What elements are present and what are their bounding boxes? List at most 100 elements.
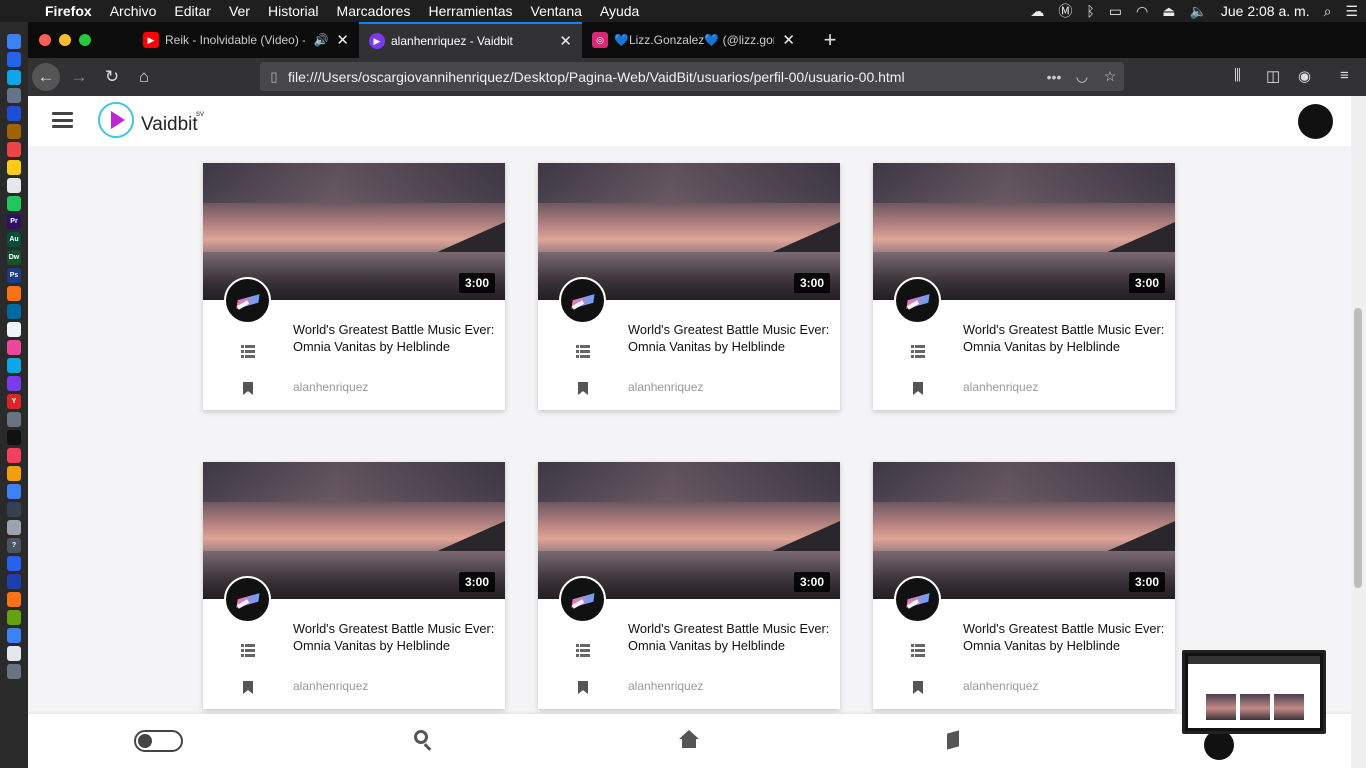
android-icon[interactable] [7, 610, 21, 625]
textedit-icon[interactable] [7, 322, 21, 337]
xcode-icon[interactable] [7, 556, 21, 571]
theme-toggle[interactable] [134, 730, 183, 752]
close-tab-icon[interactable]: ✕ [559, 32, 572, 50]
wifi-icon[interactable]: ◠ [1136, 3, 1148, 20]
playlist-icon[interactable] [241, 644, 255, 657]
calendar-icon[interactable] [7, 142, 21, 157]
playlist-icon[interactable] [241, 345, 255, 358]
messages-icon[interactable] [7, 358, 21, 373]
playlist-icon[interactable] [576, 345, 590, 358]
account-icon[interactable]: ◉ [1298, 67, 1311, 85]
channel-avatar[interactable] [559, 576, 606, 623]
profile-fab-button[interactable] [1204, 730, 1234, 760]
creative-cloud-icon[interactable]: ☁ [1030, 3, 1044, 20]
disk-utility-icon[interactable] [7, 412, 21, 427]
app-icon[interactable] [7, 304, 21, 319]
eject-icon[interactable]: ⏏ [1162, 3, 1175, 20]
dreamweaver-icon[interactable]: Dw [7, 250, 21, 265]
video-title[interactable]: World's Greatest Battle Music Ever: Omni… [628, 620, 833, 654]
terminal-icon[interactable] [7, 430, 21, 445]
video-author[interactable]: alanhenriquez [963, 679, 1038, 693]
menu-item-archivo[interactable]: Archivo [101, 3, 166, 19]
bookmark-icon[interactable] [243, 382, 253, 395]
url-text[interactable]: file:///Users/oscargiovannihenriquez/Des… [288, 69, 1040, 85]
back-button[interactable]: ← [32, 63, 60, 91]
video-author[interactable]: alanhenriquez [628, 679, 703, 693]
video-title[interactable]: World's Greatest Battle Music Ever: Omni… [963, 321, 1168, 355]
finder-icon[interactable] [7, 34, 21, 49]
forward-button[interactable]: → [65, 63, 93, 91]
visual-studio-icon[interactable] [7, 376, 21, 391]
books-icon[interactable] [7, 466, 21, 481]
home-icon[interactable] [679, 730, 699, 750]
vaidbit-logo[interactable] [98, 102, 134, 138]
bookmark-star-icon[interactable]: ☆ [1096, 68, 1124, 85]
page-scrollbar[interactable] [1351, 96, 1366, 768]
photos-icon[interactable] [7, 196, 21, 211]
edge-icon[interactable] [7, 574, 21, 589]
photoshop-icon[interactable]: Ps [7, 268, 21, 283]
minimize-window-button[interactable] [59, 34, 71, 46]
video-author[interactable]: alanhenriquez [293, 679, 368, 693]
video-card[interactable]: 3:00 World's Greatest Battle Music Ever:… [203, 163, 505, 410]
close-tab-icon[interactable]: ✕ [336, 31, 349, 49]
sidebar-icon[interactable]: ◫ [1266, 67, 1280, 85]
reminders-icon[interactable] [7, 178, 21, 193]
pocket-icon[interactable]: ◡ [1068, 68, 1096, 85]
folder-icon[interactable] [7, 628, 21, 643]
playlist-icon[interactable] [576, 644, 590, 657]
premiere-icon[interactable]: Pr [7, 214, 21, 229]
search-icon[interactable] [414, 730, 434, 751]
menu-item-historial[interactable]: Historial [259, 3, 328, 19]
app-store-icon[interactable] [7, 52, 21, 67]
video-card[interactable]: 3:00 World's Greatest Battle Music Ever:… [538, 462, 840, 709]
page-actions-icon[interactable]: ••• [1040, 69, 1068, 85]
video-card[interactable]: 3:00 World's Greatest Battle Music Ever:… [538, 163, 840, 410]
mail-icon[interactable] [7, 106, 21, 121]
channel-avatar[interactable] [894, 277, 941, 324]
video-card[interactable]: 3:00 World's Greatest Battle Music Ever:… [203, 462, 505, 709]
chrome-icon[interactable] [7, 340, 21, 355]
screenshot-preview-thumbnail[interactable] [1182, 650, 1326, 734]
menu-item-ayuda[interactable]: Ayuda [591, 3, 648, 19]
help-icon[interactable]: ? [7, 538, 21, 553]
channel-avatar[interactable] [894, 576, 941, 623]
tab-youtube[interactable]: ▶ Reik - Inolvidable (Video) - 🔊 ✕ [133, 22, 359, 58]
bookmark-icon[interactable] [913, 382, 923, 395]
channel-avatar[interactable] [224, 576, 271, 623]
video-title[interactable]: World's Greatest Battle Music Ever: Omni… [293, 620, 498, 654]
menu-app-name[interactable]: Firefox [36, 3, 101, 19]
reload-button[interactable]: ↻ [98, 63, 126, 91]
channel-avatar[interactable] [224, 277, 271, 324]
menu-item-herramientas[interactable]: Herramientas [419, 3, 521, 19]
notes-icon[interactable] [7, 160, 21, 175]
volume-icon[interactable]: 🔈 [1189, 3, 1206, 20]
notification-center-icon[interactable]: ☰ [1345, 3, 1358, 20]
bookmark-icon[interactable] [578, 681, 588, 694]
malwarebytes-icon[interactable]: Ⓜ [1058, 1, 1072, 21]
safari-icon[interactable] [7, 70, 21, 85]
preview-icon[interactable] [7, 520, 21, 535]
menu-item-editar[interactable]: Editar [165, 3, 220, 19]
contacts-icon[interactable] [7, 124, 21, 139]
document-icon[interactable] [7, 646, 21, 661]
menu-icon[interactable]: ≡ [1340, 67, 1349, 84]
bookmark-icon[interactable] [578, 382, 588, 395]
video-author[interactable]: alanhenriquez [963, 380, 1038, 394]
tab-vaidbit[interactable]: ▶ alanhenriquez - Vaidbit ✕ [359, 22, 582, 58]
video-title[interactable]: World's Greatest Battle Music Ever: Omni… [628, 321, 833, 355]
address-bar[interactable]: ▯ file:///Users/oscargiovannihenriquez/D… [260, 62, 1124, 91]
video-author[interactable]: alanhenriquez [628, 380, 703, 394]
brand-name[interactable]: Vaidbit [141, 114, 198, 136]
rocket-icon[interactable] [7, 88, 21, 103]
maximize-window-button[interactable] [79, 34, 91, 46]
home-button[interactable]: ⌂ [130, 63, 158, 91]
channel-avatar[interactable] [559, 277, 606, 324]
menu-item-ver[interactable]: Ver [220, 3, 259, 19]
user-avatar[interactable] [1298, 104, 1333, 139]
tab-instagram[interactable]: ◎ 💙Lizz.Gonzalez💙 (@lizz.gonz ✕ [582, 22, 805, 58]
trash-icon[interactable] [7, 664, 21, 679]
menu-item-ventana[interactable]: Ventana [522, 3, 591, 19]
video-author[interactable]: alanhenriquez [293, 380, 368, 394]
menu-clock[interactable]: Jue 2:08 a. m. [1221, 3, 1310, 19]
